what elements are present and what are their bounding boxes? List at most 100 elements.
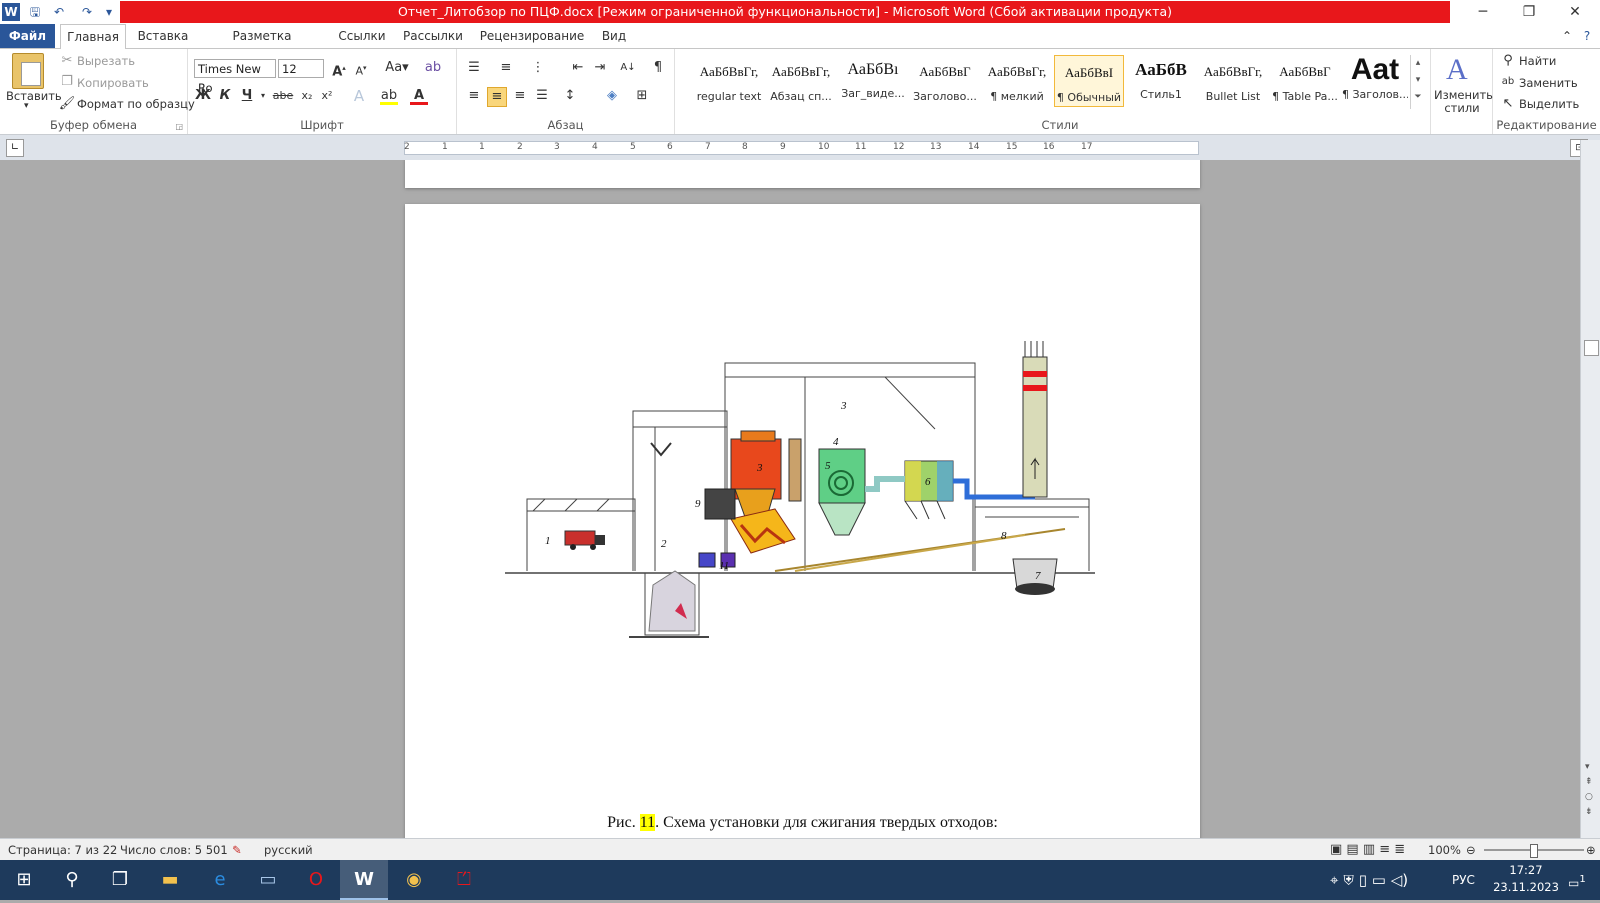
word-count[interactable]: Число слов: 5 501 xyxy=(120,839,228,861)
select-cursor-icon[interactable]: ↖ xyxy=(1499,95,1517,113)
customize-icon[interactable]: ▾ xyxy=(100,3,118,21)
copy-icon[interactable]: ❐ xyxy=(58,73,76,91)
justify-icon[interactable]: ☰ xyxy=(533,87,551,105)
bullets-icon[interactable]: ☰ xyxy=(465,59,483,77)
dialog-launcher-icon[interactable]: ◲ xyxy=(175,122,183,131)
clock[interactable]: 17:27 23.11.2023 xyxy=(1490,862,1562,898)
tab-home[interactable]: Главная xyxy=(60,24,126,50)
change-case-icon[interactable]: Aa▾ xyxy=(384,59,410,77)
style-heading[interactable]: АаБбВвГ Заголово... xyxy=(910,55,980,107)
decrease-indent-icon[interactable]: ⇤ xyxy=(569,59,587,77)
acrobat-icon[interactable]: ⏍ xyxy=(440,860,488,900)
text-effects-icon[interactable]: A xyxy=(350,87,368,105)
align-right-icon[interactable]: ≡ xyxy=(511,87,529,105)
style-table-paragraph[interactable]: АаБбВвГ ¶ Table Pa... xyxy=(1270,55,1340,107)
incineration-plant-diagram[interactable]: 1 2 3 3 4 5 6 7 8 9 11 xyxy=(505,339,1105,649)
word-icon[interactable]: W xyxy=(340,860,388,900)
copy-button[interactable]: Копировать xyxy=(77,76,149,90)
tray-icons[interactable]: ⌖ ⛨ ▯ ▭ ◁) xyxy=(1330,860,1408,900)
tab-references[interactable]: Ссылки xyxy=(334,24,390,48)
align-left-icon[interactable]: ≡ xyxy=(465,87,483,105)
opera-icon[interactable]: O xyxy=(292,860,340,900)
scroll-thumb[interactable] xyxy=(1584,340,1599,356)
style-list-paragraph[interactable]: АаБбВвГг, Абзац сп... xyxy=(766,55,836,107)
line-spacing-icon[interactable]: ↕ xyxy=(561,87,579,105)
align-center-icon[interactable]: ≡ xyxy=(487,87,507,107)
shading-icon[interactable]: ◈ xyxy=(603,87,621,105)
page-count[interactable]: Страница: 7 из 22 xyxy=(8,839,117,861)
font-name-combo[interactable]: Times New Ro xyxy=(194,59,276,95)
strikethrough-icon[interactable]: abe xyxy=(272,87,294,105)
tab-page-layout[interactable]: Разметка страницы xyxy=(200,24,324,67)
tab-mailings[interactable]: Рассылки xyxy=(398,24,468,48)
collapse-ribbon-icon[interactable]: ⌃ xyxy=(1558,24,1576,48)
redo-icon[interactable]: ↷ xyxy=(78,3,96,21)
format-painter-button[interactable]: Формат по образцу xyxy=(77,97,195,111)
show-marks-icon[interactable]: ¶ xyxy=(649,59,667,77)
style-heading-large[interactable]: Aat ¶ Заголов... xyxy=(1342,55,1408,107)
binoculars-icon[interactable]: ⚲ xyxy=(1499,52,1517,70)
replace-button[interactable]: Заменить xyxy=(1519,76,1578,90)
save-icon[interactable]: 🖫 xyxy=(26,3,44,21)
italic-icon[interactable]: К xyxy=(216,87,234,105)
word-logo-icon[interactable]: W xyxy=(2,3,20,21)
style-small[interactable]: АаБбВвГг, ¶ мелкий xyxy=(982,55,1052,107)
cut-icon[interactable]: ✂ xyxy=(58,52,76,70)
document-page[interactable]: 1 2 3 3 4 5 6 7 8 9 11 Рис. 11. Схема ус… xyxy=(405,204,1200,838)
zoom-level[interactable]: 100% xyxy=(1428,839,1461,861)
increase-indent-icon[interactable]: ⇥ xyxy=(591,59,609,77)
font-size-combo[interactable]: 12 xyxy=(278,59,324,78)
bold-icon[interactable]: Ж xyxy=(194,87,212,105)
zoom-out-icon[interactable]: ⊖ xyxy=(1466,839,1476,861)
paste-icon[interactable] xyxy=(12,53,44,89)
highlight-icon[interactable]: ab xyxy=(380,87,398,105)
proofing-icon[interactable]: ✎ xyxy=(232,839,242,861)
clear-format-icon[interactable]: ab xyxy=(424,59,442,77)
input-language[interactable]: РУС xyxy=(1452,860,1475,900)
style-style1[interactable]: АаБбВ Стиль1 xyxy=(1126,55,1196,107)
tab-view[interactable]: Вид xyxy=(596,24,632,48)
style-bullet-list[interactable]: АаБбВвГг, Bullet List xyxy=(1198,55,1268,107)
style-normal[interactable]: АаБбВвI ¶ Обычный xyxy=(1054,55,1124,107)
view-buttons-icon[interactable]: ▣ ▤ ▥ ≡ ≣ xyxy=(1330,839,1405,861)
grow-font-icon[interactable]: A▴ xyxy=(330,59,348,79)
start-icon[interactable]: ⊞ xyxy=(0,860,48,900)
style-regular-text[interactable]: АаБбВвГг, regular text xyxy=(694,55,764,107)
vertical-scrollbar[interactable]: ▾ ⇞ ○ ⇟ xyxy=(1580,140,1600,838)
underline-dropdown-icon[interactable]: ▾ xyxy=(254,87,272,105)
find-button[interactable]: Найти xyxy=(1519,54,1556,68)
format-painter-icon[interactable]: 🖌 xyxy=(58,95,76,113)
scroll-browse-icons[interactable]: ▾ ⇞ ○ ⇟ xyxy=(1585,760,1593,820)
tab-selector-icon[interactable]: ∟ xyxy=(6,139,24,157)
file-explorer-icon[interactable]: ▬ xyxy=(146,860,194,900)
tab-review[interactable]: Рецензирование xyxy=(476,24,588,48)
notification-icon[interactable]: ▭1 xyxy=(1568,860,1586,900)
sort-icon[interactable]: A↓ xyxy=(619,59,637,77)
subscript-icon[interactable]: x₂ xyxy=(298,87,316,105)
multilevel-list-icon[interactable]: ⋮ xyxy=(529,59,547,77)
restore-button[interactable]: ❐ xyxy=(1506,0,1552,24)
paste-button[interactable]: Вставить xyxy=(6,89,62,103)
zoom-in-icon[interactable]: ⊕ xyxy=(1586,839,1596,861)
paste-dropdown-icon[interactable]: ▾ xyxy=(24,101,29,111)
borders-icon[interactable]: ⊞ xyxy=(633,87,651,105)
superscript-icon[interactable]: x² xyxy=(318,87,336,105)
font-color-icon[interactable]: A xyxy=(410,87,428,105)
help-icon[interactable]: ? xyxy=(1578,24,1596,48)
minimize-button[interactable]: ─ xyxy=(1460,0,1506,24)
change-styles-button[interactable]: A Изменить стили xyxy=(1430,49,1493,134)
task-view-icon[interactable]: ❐ xyxy=(96,860,144,900)
chrome-icon[interactable]: ◉ xyxy=(390,860,438,900)
language-indicator[interactable]: русский xyxy=(264,839,313,861)
tab-insert[interactable]: Вставка xyxy=(132,24,194,48)
styles-scroll[interactable]: ▴ ▾ ⏷ xyxy=(1410,55,1425,109)
undo-icon[interactable]: ↶ xyxy=(50,3,68,21)
shrink-font-icon[interactable]: A▾ xyxy=(352,59,370,78)
edge-icon[interactable]: e xyxy=(196,860,244,900)
zoom-slider-thumb[interactable] xyxy=(1530,844,1538,858)
cut-button[interactable]: Вырезать xyxy=(77,54,135,68)
figure-caption[interactable]: Рис. 11. Схема установки для сжигания тв… xyxy=(405,814,1200,832)
style-heading-view[interactable]: АаБбВı Заг_виде... xyxy=(838,55,908,107)
network-icon[interactable]: ▭ xyxy=(244,860,292,900)
close-button[interactable]: ✕ xyxy=(1552,0,1598,24)
